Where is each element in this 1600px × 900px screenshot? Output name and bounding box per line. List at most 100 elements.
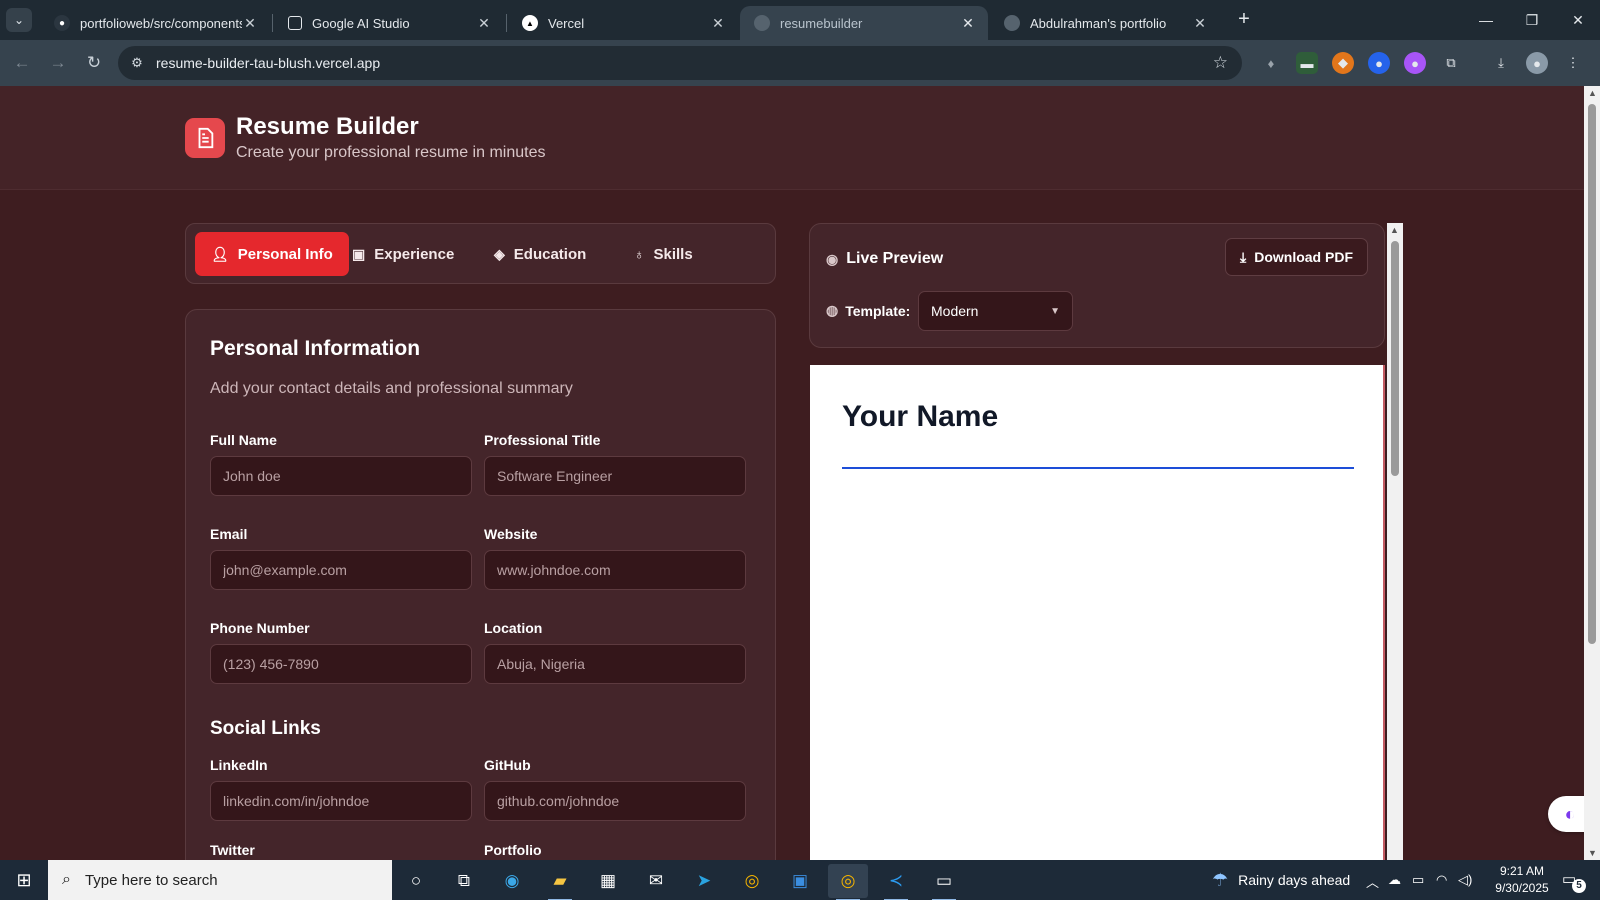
professional-title-input[interactable] bbox=[484, 456, 746, 496]
website-input[interactable] bbox=[484, 550, 746, 590]
phone-input[interactable] bbox=[210, 644, 472, 684]
template-select[interactable]: Modern ▼ bbox=[918, 291, 1073, 331]
browser-tab[interactable]: ● portfolioweb/src/components a ✕ bbox=[40, 6, 270, 40]
store-icon[interactable]: ▦ bbox=[588, 864, 628, 898]
browser-tab[interactable]: Google AI Studio ✕ bbox=[274, 6, 504, 40]
tab-personal-info[interactable]: 👤︎ Personal Info bbox=[195, 232, 349, 276]
terminal-icon[interactable]: ▭ bbox=[924, 864, 964, 900]
full-name-input[interactable] bbox=[210, 456, 472, 496]
download-icon[interactable]: ⤓ bbox=[1490, 52, 1512, 74]
address-bar[interactable]: ⚙ resume-builder-tau-blush.vercel.app ☆ bbox=[118, 46, 1242, 80]
download-icon: ⤓ bbox=[1240, 248, 1247, 265]
tab-education[interactable]: ◈ Education bbox=[478, 232, 602, 276]
bookmark-star-icon[interactable]: ☆ bbox=[1213, 53, 1228, 73]
live-preview-label: ◉ Live Preview bbox=[826, 250, 944, 267]
linkedin-label: LinkedIn bbox=[210, 757, 268, 773]
page-scroll-thumb[interactable] bbox=[1588, 104, 1596, 644]
browser-toolbar: ← → ↻ ⚙ resume-builder-tau-blush.vercel.… bbox=[0, 40, 1600, 86]
briefcase-icon: ▣ bbox=[352, 245, 366, 262]
tab-search-chevron-icon[interactable]: ⌄ bbox=[6, 8, 32, 32]
scroll-down-icon[interactable]: ▼ bbox=[1588, 848, 1597, 858]
edge-icon[interactable]: ◉ bbox=[492, 864, 532, 898]
app-header: Resume Builder Create your professional … bbox=[0, 86, 1584, 190]
umbrella-icon: ☂ bbox=[1212, 869, 1229, 890]
github-input[interactable] bbox=[484, 781, 746, 821]
app-title: Resume Builder bbox=[236, 113, 419, 140]
cortana-icon[interactable]: ○ bbox=[396, 864, 436, 898]
browser-tab-strip: ⌄ ● portfolioweb/src/components a ✕ Goog… bbox=[0, 0, 1600, 40]
download-pdf-button[interactable]: ⤓ Download PDF bbox=[1225, 238, 1368, 276]
chevron-up-icon[interactable]: ︿ bbox=[1366, 872, 1379, 891]
preview-scrollbar[interactable]: ▲ bbox=[1387, 223, 1403, 860]
extension-icon[interactable]: ▬ bbox=[1296, 52, 1318, 74]
award-icon: ♁ bbox=[634, 246, 645, 262]
extension-icon[interactable]: ♦ bbox=[1260, 52, 1282, 74]
extensions-puzzle-icon[interactable]: ⧉ bbox=[1440, 52, 1462, 74]
profile-avatar[interactable]: ● bbox=[1526, 52, 1548, 74]
form-title: Personal Information bbox=[210, 337, 421, 360]
reload-icon[interactable]: ↻ bbox=[80, 49, 108, 77]
tab-divider bbox=[506, 14, 507, 32]
weather-widget[interactable]: ☂ Rainy days ahead bbox=[1212, 860, 1350, 900]
system-clock[interactable]: 9:21 AM 9/30/2025 bbox=[1486, 863, 1558, 897]
notification-badge: 5 bbox=[1572, 879, 1586, 893]
assistant-bubble-icon[interactable]: ◐ bbox=[1548, 796, 1584, 832]
tab-experience[interactable]: ▣ Experience bbox=[336, 232, 470, 276]
file-explorer-icon[interactable]: ▰ bbox=[540, 864, 580, 900]
resume-preview: Your Name bbox=[810, 365, 1385, 860]
extension-icon[interactable]: ● bbox=[1368, 52, 1390, 74]
close-tab-icon[interactable]: ✕ bbox=[476, 15, 492, 32]
close-window-icon[interactable]: ✕ bbox=[1558, 6, 1598, 34]
close-tab-icon[interactable]: ✕ bbox=[710, 15, 726, 32]
document-logo-icon bbox=[185, 118, 225, 158]
onedrive-icon[interactable]: ☁ bbox=[1388, 872, 1401, 888]
url-text[interactable]: resume-builder-tau-blush.vercel.app bbox=[156, 55, 380, 71]
website-label: Website bbox=[484, 526, 538, 542]
mail-icon[interactable]: ✉ bbox=[636, 864, 676, 898]
extension-icon[interactable]: ● bbox=[1404, 52, 1426, 74]
taskbar-search[interactable]: ⌕ Type here to search bbox=[48, 860, 392, 900]
page-scrollbar[interactable]: ▲ ▼ bbox=[1584, 86, 1600, 860]
close-tab-icon[interactable]: ✕ bbox=[242, 15, 258, 32]
new-tab-button[interactable]: + bbox=[1232, 8, 1256, 32]
scroll-up-icon[interactable]: ▲ bbox=[1588, 88, 1597, 98]
browser-tab[interactable]: Abdulrahman's portfolio ✕ bbox=[990, 6, 1220, 40]
minimize-icon[interactable]: — bbox=[1466, 6, 1506, 34]
resume-header-rule bbox=[842, 467, 1354, 469]
outlook-icon[interactable]: ▣ bbox=[780, 864, 820, 898]
scroll-up-icon[interactable]: ▲ bbox=[1390, 225, 1399, 235]
location-input[interactable] bbox=[484, 644, 746, 684]
chrome-icon[interactable]: ◎ bbox=[732, 864, 772, 898]
wifi-icon[interactable]: ◠ bbox=[1436, 872, 1447, 888]
battery-icon[interactable]: ▭ bbox=[1412, 872, 1424, 888]
telegram-icon[interactable]: ➤ bbox=[684, 864, 724, 898]
forward-arrow-icon[interactable]: → bbox=[44, 49, 72, 77]
globe-icon bbox=[1004, 15, 1020, 31]
restore-icon[interactable]: ❐ bbox=[1512, 6, 1552, 34]
browser-tab[interactable]: ▲ Vercel ✕ bbox=[508, 6, 738, 40]
location-label: Location bbox=[484, 620, 543, 636]
github-icon: ● bbox=[54, 15, 70, 31]
chrome-icon[interactable]: ◎ bbox=[828, 864, 868, 900]
linkedin-input[interactable] bbox=[210, 781, 472, 821]
more-menu-icon[interactable]: ⋮ bbox=[1562, 52, 1584, 74]
volume-icon[interactable]: ◁) bbox=[1458, 872, 1472, 888]
browser-tab-active[interactable]: resumebuilder ✕ bbox=[740, 6, 988, 40]
back-arrow-icon[interactable]: ← bbox=[8, 49, 36, 77]
eye-icon: ◉ bbox=[826, 250, 839, 267]
ai-studio-icon bbox=[288, 16, 302, 30]
close-tab-icon[interactable]: ✕ bbox=[960, 15, 976, 32]
tab-divider bbox=[272, 14, 273, 32]
email-input[interactable] bbox=[210, 550, 472, 590]
tab-skills[interactable]: ♁ Skills bbox=[618, 232, 709, 276]
task-view-icon[interactable]: ⧉ bbox=[444, 864, 484, 898]
site-info-icon[interactable]: ⚙ bbox=[128, 54, 146, 72]
close-tab-icon[interactable]: ✕ bbox=[1192, 15, 1208, 32]
preview-scroll-thumb[interactable] bbox=[1391, 241, 1399, 476]
metamask-icon[interactable]: ◆ bbox=[1332, 52, 1354, 74]
palette-icon: ◍ bbox=[826, 302, 839, 318]
vscode-icon[interactable]: ≺ bbox=[876, 864, 916, 900]
windows-start-icon[interactable]: ⊞ bbox=[0, 860, 48, 900]
template-label: ◍ Template: bbox=[826, 302, 911, 319]
notification-center-icon[interactable]: ▭ 5 bbox=[1562, 870, 1586, 893]
